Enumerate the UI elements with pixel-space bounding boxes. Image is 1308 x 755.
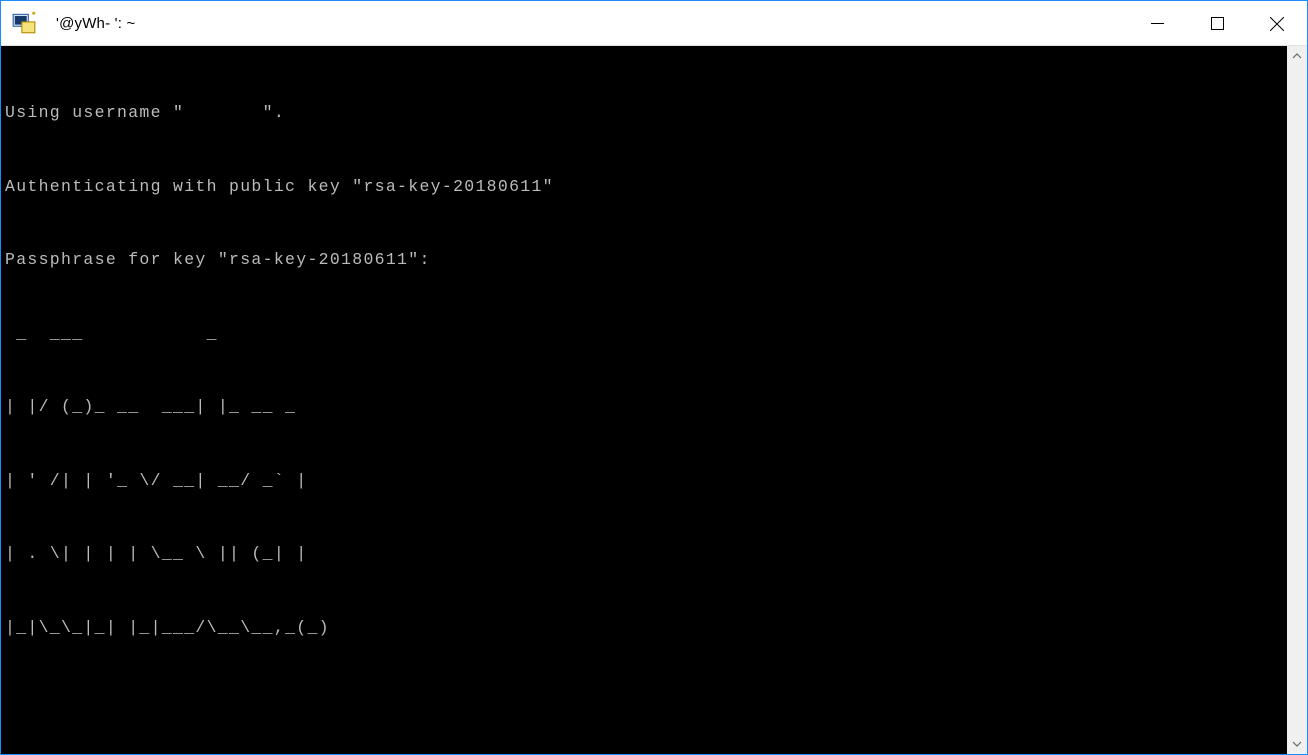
scroll-down-button[interactable] [1287,734,1307,754]
ascii-art-line: _ ___ _ [5,322,1283,347]
window-titlebar[interactable]: '@yWh- ': ~ [1,1,1307,46]
terminal-line: Using username " ". [5,101,1283,126]
client-area: Using username " ". Authenticating with … [1,46,1307,754]
maximize-button[interactable] [1187,1,1247,46]
window-controls [1127,1,1307,46]
scroll-up-button[interactable] [1287,46,1307,66]
close-button[interactable] [1247,1,1307,46]
window-title: '@yWh- ': ~ [46,15,135,32]
ascii-art-line: | |/ (_)_ __ ___| |_ __ _ [5,395,1283,420]
ascii-art-line: |_|\_\_|_| |_|___/\__\__,_(_) [5,616,1283,641]
terminal-line: Authenticating with public key "rsa-key-… [5,175,1283,200]
terminal-output[interactable]: Using username " ". Authenticating with … [1,46,1287,754]
ascii-art-line: | . \| | | | \__ \ || (_| | [5,542,1283,567]
scroll-track[interactable] [1287,66,1307,734]
vertical-scrollbar[interactable] [1287,46,1307,754]
terminal-line: Passphrase for key "rsa-key-20180611": [5,248,1283,273]
putty-icon [1,1,46,46]
terminal-line [5,689,1283,714]
ascii-art-line: | ' /| | '_ \/ __| __/ _` | [5,469,1283,494]
minimize-button[interactable] [1127,1,1187,46]
